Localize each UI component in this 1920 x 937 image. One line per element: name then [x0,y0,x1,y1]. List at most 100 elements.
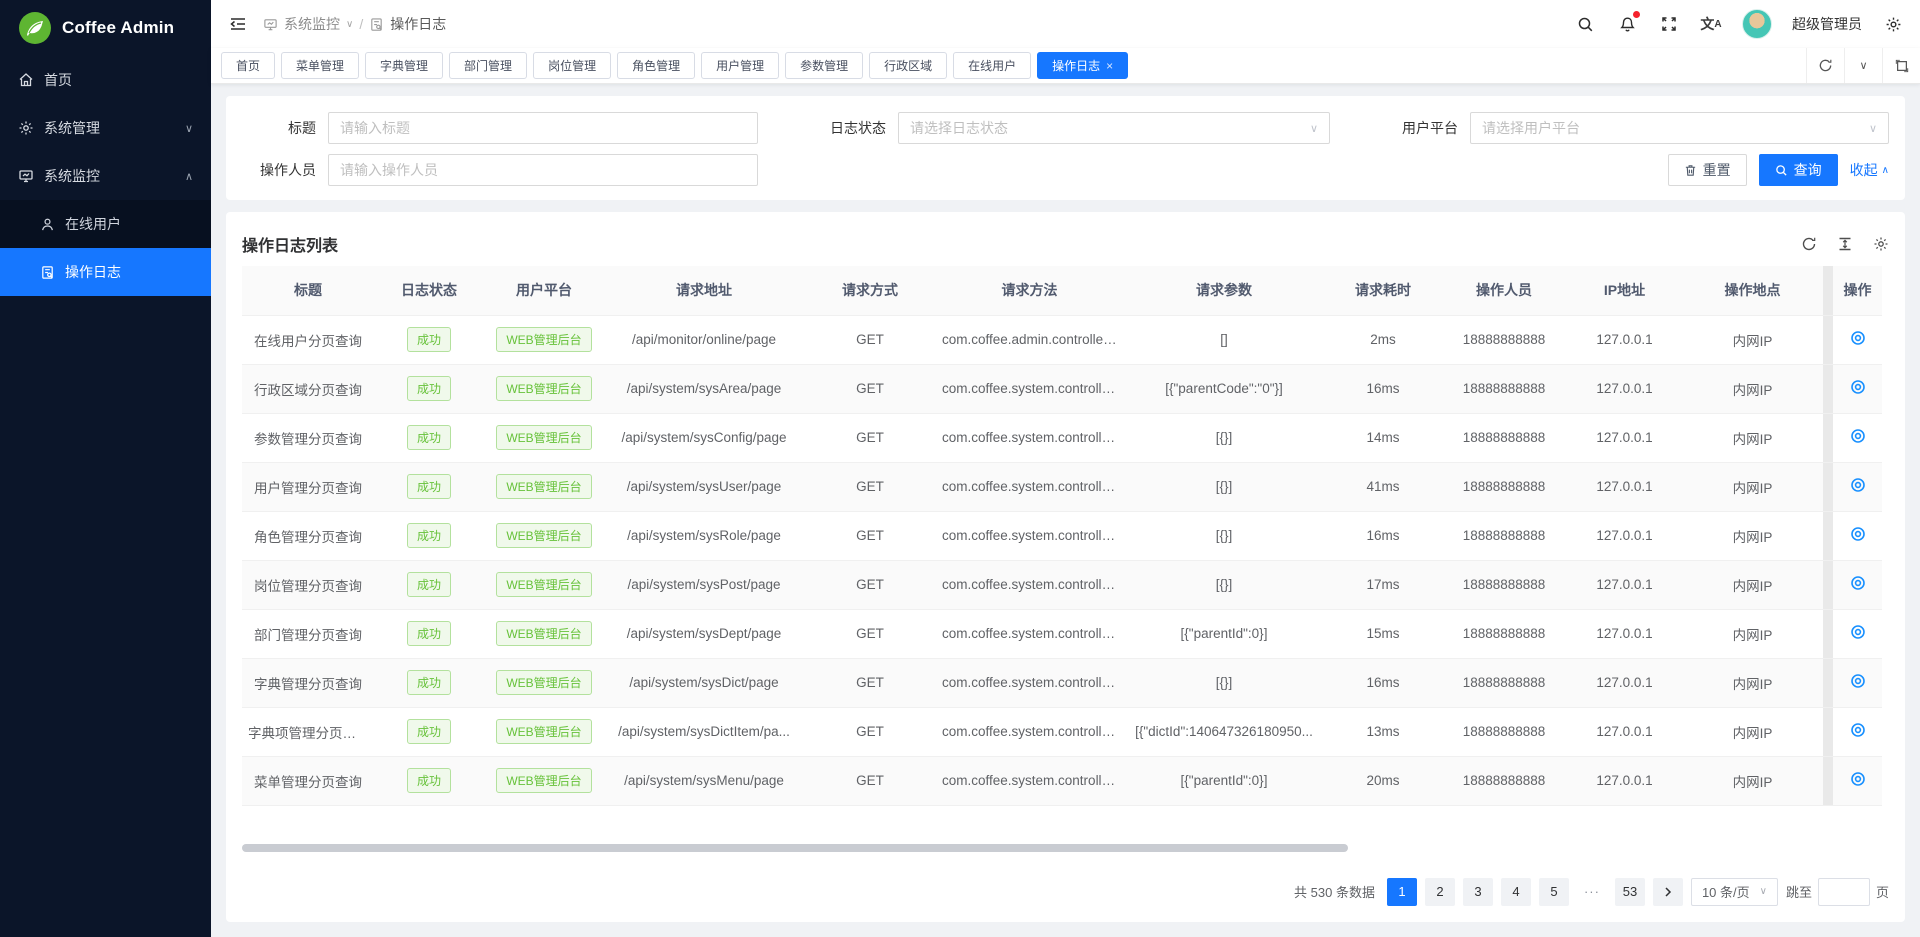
username[interactable]: 超级管理员 [1792,14,1862,34]
view-detail-eye-icon[interactable] [1850,722,1866,738]
view-detail-eye-icon[interactable] [1850,526,1866,542]
page-button-1[interactable]: 1 [1387,878,1417,906]
page-button-53[interactable]: 53 [1615,878,1645,906]
status-badge: 成功 [407,621,451,646]
cell-title: 岗位管理分页查询 [242,560,374,609]
cell-time: 16ms [1325,364,1441,413]
page-buttons: 12345···53 [1387,878,1645,906]
cell-ip: 127.0.0.1 [1567,756,1682,805]
breadcrumb-parent[interactable]: 系统监控 [284,14,340,34]
horizontal-scrollbar[interactable] [242,844,1348,852]
tab-3[interactable]: 部门管理 [449,52,527,79]
table-vertical-scrollbar[interactable] [1823,511,1833,560]
page-button-2[interactable]: 2 [1425,878,1455,906]
tab-8[interactable]: 行政区域 [869,52,947,79]
platform-badge: WEB管理后台 [496,621,591,646]
page-button-3[interactable]: 3 [1463,878,1493,906]
tab-0[interactable]: 首页 [221,52,275,79]
view-detail-eye-icon[interactable] [1850,379,1866,395]
cell-method: GET [804,462,936,511]
next-page-button[interactable] [1653,878,1683,906]
page-button-4[interactable]: 4 [1501,878,1531,906]
platform-badge: WEB管理后台 [496,523,591,548]
maximize-content-icon[interactable] [1882,48,1920,83]
table-vertical-scrollbar[interactable] [1823,462,1833,511]
tab-close-icon[interactable]: × [1106,60,1113,72]
page-button-5[interactable]: 5 [1539,878,1569,906]
chevron-down-icon[interactable]: ∨ [346,19,353,30]
translate-icon[interactable]: 文A [1700,13,1722,35]
row-density-icon[interactable] [1837,236,1853,252]
fullscreen-icon[interactable] [1658,13,1680,35]
view-detail-eye-icon[interactable] [1850,330,1866,346]
avatar[interactable] [1742,9,1772,39]
sidebar-item-online-users[interactable]: 在线用户 [0,200,211,248]
sidebar-item-system-monitor[interactable]: 系统监控 ∧ [0,152,211,200]
table-vertical-scrollbar[interactable] [1823,707,1833,756]
chevron-up-icon: ∧ [185,170,193,183]
view-detail-eye-icon[interactable] [1850,575,1866,591]
tab-7[interactable]: 参数管理 [785,52,863,79]
collapse-filter-link[interactable]: 收起 ∧ [1850,160,1889,180]
cell-action [1833,511,1882,560]
cell-params: [{}] [1123,658,1325,707]
column-header: 操作地点 [1682,266,1823,315]
log-status-select[interactable]: 请选择日志状态 ∨ [898,112,1330,144]
table-vertical-scrollbar[interactable] [1823,609,1833,658]
settings-gear-icon[interactable] [1882,13,1904,35]
cell-params: [{}] [1123,413,1325,462]
search-icon [1775,164,1788,177]
refresh-table-icon[interactable] [1801,236,1817,252]
view-detail-eye-icon[interactable] [1850,771,1866,787]
tab-options-chevron-icon[interactable]: ∨ [1844,48,1882,83]
jump-page-input[interactable] [1818,878,1870,906]
tabbar: 首页菜单管理字典管理部门管理岗位管理角色管理用户管理参数管理行政区域在线用户操作… [211,48,1920,84]
tab-1[interactable]: 菜单管理 [281,52,359,79]
operator-input[interactable] [328,154,758,186]
column-header: IP地址 [1567,266,1682,315]
collapse-sidebar-icon[interactable] [227,13,249,35]
cell-platform: WEB管理后台 [484,560,604,609]
notification-bell-icon[interactable] [1616,13,1638,35]
search-button[interactable]: 查询 [1759,154,1838,186]
operation-log-table: 标题日志状态用户平台请求地址请求方式请求方法请求参数请求耗时操作人员IP地址操作… [242,266,1882,806]
title-input[interactable] [328,112,758,144]
reset-button[interactable]: 重置 [1668,154,1747,186]
tab-10[interactable]: 操作日志× [1037,52,1128,79]
table-vertical-scrollbar[interactable] [1823,364,1833,413]
cell-title: 角色管理分页查询 [242,511,374,560]
sidebar-item-system-management[interactable]: 系统管理 ∨ [0,104,211,152]
view-detail-eye-icon[interactable] [1850,477,1866,493]
tab-4[interactable]: 岗位管理 [533,52,611,79]
user-platform-select[interactable]: 请选择用户平台 ∨ [1470,112,1889,144]
view-detail-eye-icon[interactable] [1850,673,1866,689]
cell-location: 内网IP [1682,560,1823,609]
refresh-tab-icon[interactable] [1806,48,1844,83]
table-vertical-scrollbar[interactable] [1823,266,1833,315]
platform-badge: WEB管理后台 [496,670,591,695]
table-vertical-scrollbar[interactable] [1823,315,1833,364]
tab-6[interactable]: 用户管理 [701,52,779,79]
table-vertical-scrollbar[interactable] [1823,756,1833,805]
table-vertical-scrollbar[interactable] [1823,560,1833,609]
cell-url: /api/system/sysDept/page [604,609,804,658]
column-settings-gear-icon[interactable] [1873,236,1889,252]
chevron-down-icon: ∨ [1760,886,1767,897]
table-vertical-scrollbar[interactable] [1823,658,1833,707]
column-header: 请求方式 [804,266,936,315]
app-root: Coffee Admin 首页 系统管理 ∨ 系统监控 [0,0,1920,937]
tab-5[interactable]: 角色管理 [617,52,695,79]
view-detail-eye-icon[interactable] [1850,624,1866,640]
cell-platform: WEB管理后台 [484,364,604,413]
breadcrumb-separator: / [359,16,363,32]
filter-actions: 重置 查询 收起 ∧ [1668,154,1889,186]
page-size-select[interactable]: 10 条/页 ∨ [1691,878,1778,906]
tab-2[interactable]: 字典管理 [365,52,443,79]
tab-9[interactable]: 在线用户 [953,52,1031,79]
sidebar-item-operation-log[interactable]: 操作日志 [0,248,211,296]
view-detail-eye-icon[interactable] [1850,428,1866,444]
sidebar-item-home[interactable]: 首页 [0,56,211,104]
cell-operator: 18888888888 [1441,462,1567,511]
table-vertical-scrollbar[interactable] [1823,413,1833,462]
search-icon[interactable] [1574,13,1596,35]
